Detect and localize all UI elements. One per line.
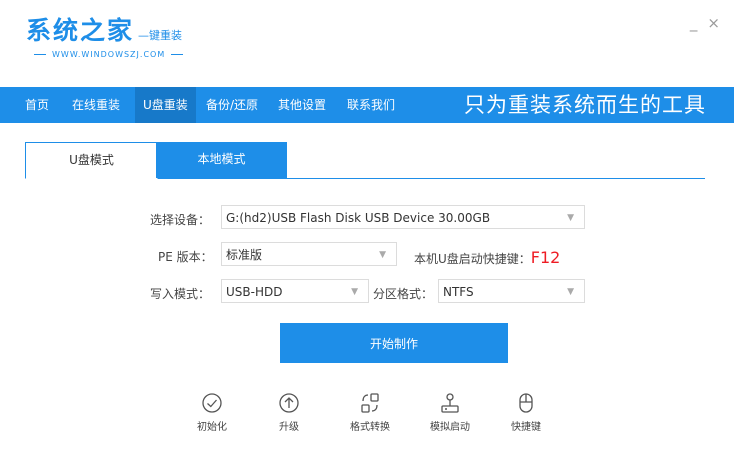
nav-item-contact[interactable]: 联系我们 [339,87,403,123]
tab-usb-mode[interactable]: U盘模式 [25,142,158,179]
minimize-button[interactable]: _ [690,14,698,32]
start-making-button[interactable]: 开始制作 [280,323,508,363]
app-logo: 系统之家 —键重装 WWW.WINDOWSZJ.COM [26,16,184,59]
tool-initialize-label: 初始化 [197,422,227,433]
usb-boot-hotkey: 本机U盘启动快捷键：F12 [414,248,561,267]
write-mode-select[interactable]: USB-HDD ▼ [221,279,369,303]
pe-version-value: 标准版 [226,248,263,262]
tool-simulate-boot-label: 模拟启动 [430,422,470,433]
tool-format-convert[interactable]: 格式转换 [340,392,400,433]
tool-hotkey-label: 快捷键 [511,422,541,433]
window-controls: _ × [690,14,720,32]
pe-version-label: PE 版本： [158,250,213,264]
chevron-down-icon: ▼ [351,287,358,297]
slogan: 只为重装系统而生的工具 [464,93,706,117]
tab-local-mode[interactable]: 本地模式 [156,142,287,178]
logo-url: WWW.WINDOWSZJ.COM [28,50,189,59]
logo-title: 系统之家 [26,16,135,45]
write-mode-value: USB-HDD [226,285,283,299]
close-button[interactable]: × [707,14,720,32]
mode-tabs: U盘模式 本地模式 [25,142,705,179]
nav-item-usb-reinstall[interactable]: U盘重装 [135,87,196,123]
tool-initialize[interactable]: 初始化 [182,392,242,433]
partition-format-value: NTFS [443,285,474,299]
format-convert-icon [361,393,379,413]
nav-item-other-settings[interactable]: 其他设置 [270,87,334,123]
tool-upgrade[interactable]: 升级 [259,392,319,433]
write-mode-label: 写入模式： [150,287,211,301]
main-navbar: 首页 在线重装 U盘重装 备份/还原 其他设置 联系我们 只为重装系统而生的工具 [0,87,734,123]
mouse-icon [519,393,533,413]
joystick-icon [441,393,459,413]
tool-upgrade-label: 升级 [279,422,299,433]
arrow-up-circle-icon [279,393,299,413]
check-circle-icon [202,393,222,413]
partition-format-label: 分区格式： [373,287,434,301]
nav-item-backup-restore[interactable]: 备份/还原 [198,87,266,123]
logo-subtitle: —键重装 [138,29,183,42]
pe-version-select[interactable]: 标准版 ▼ [221,242,397,266]
tool-format-convert-label: 格式转换 [350,422,390,433]
partition-format-select[interactable]: NTFS ▼ [438,279,585,303]
hotkey-value: F12 [530,248,561,267]
chevron-down-icon: ▼ [567,213,574,223]
device-label: 选择设备： [150,213,211,227]
nav-item-online-reinstall[interactable]: 在线重装 [64,87,128,123]
device-value: G:(hd2)USB Flash Disk USB Device 30.00GB [226,211,491,225]
chevron-down-icon: ▼ [567,287,574,297]
device-select[interactable]: G:(hd2)USB Flash Disk USB Device 30.00GB… [221,205,585,229]
chevron-down-icon: ▼ [379,250,386,260]
tool-hotkey[interactable]: 快捷键 [496,392,556,433]
tool-simulate-boot[interactable]: 模拟启动 [420,392,480,433]
nav-item-home[interactable]: 首页 [17,87,57,123]
